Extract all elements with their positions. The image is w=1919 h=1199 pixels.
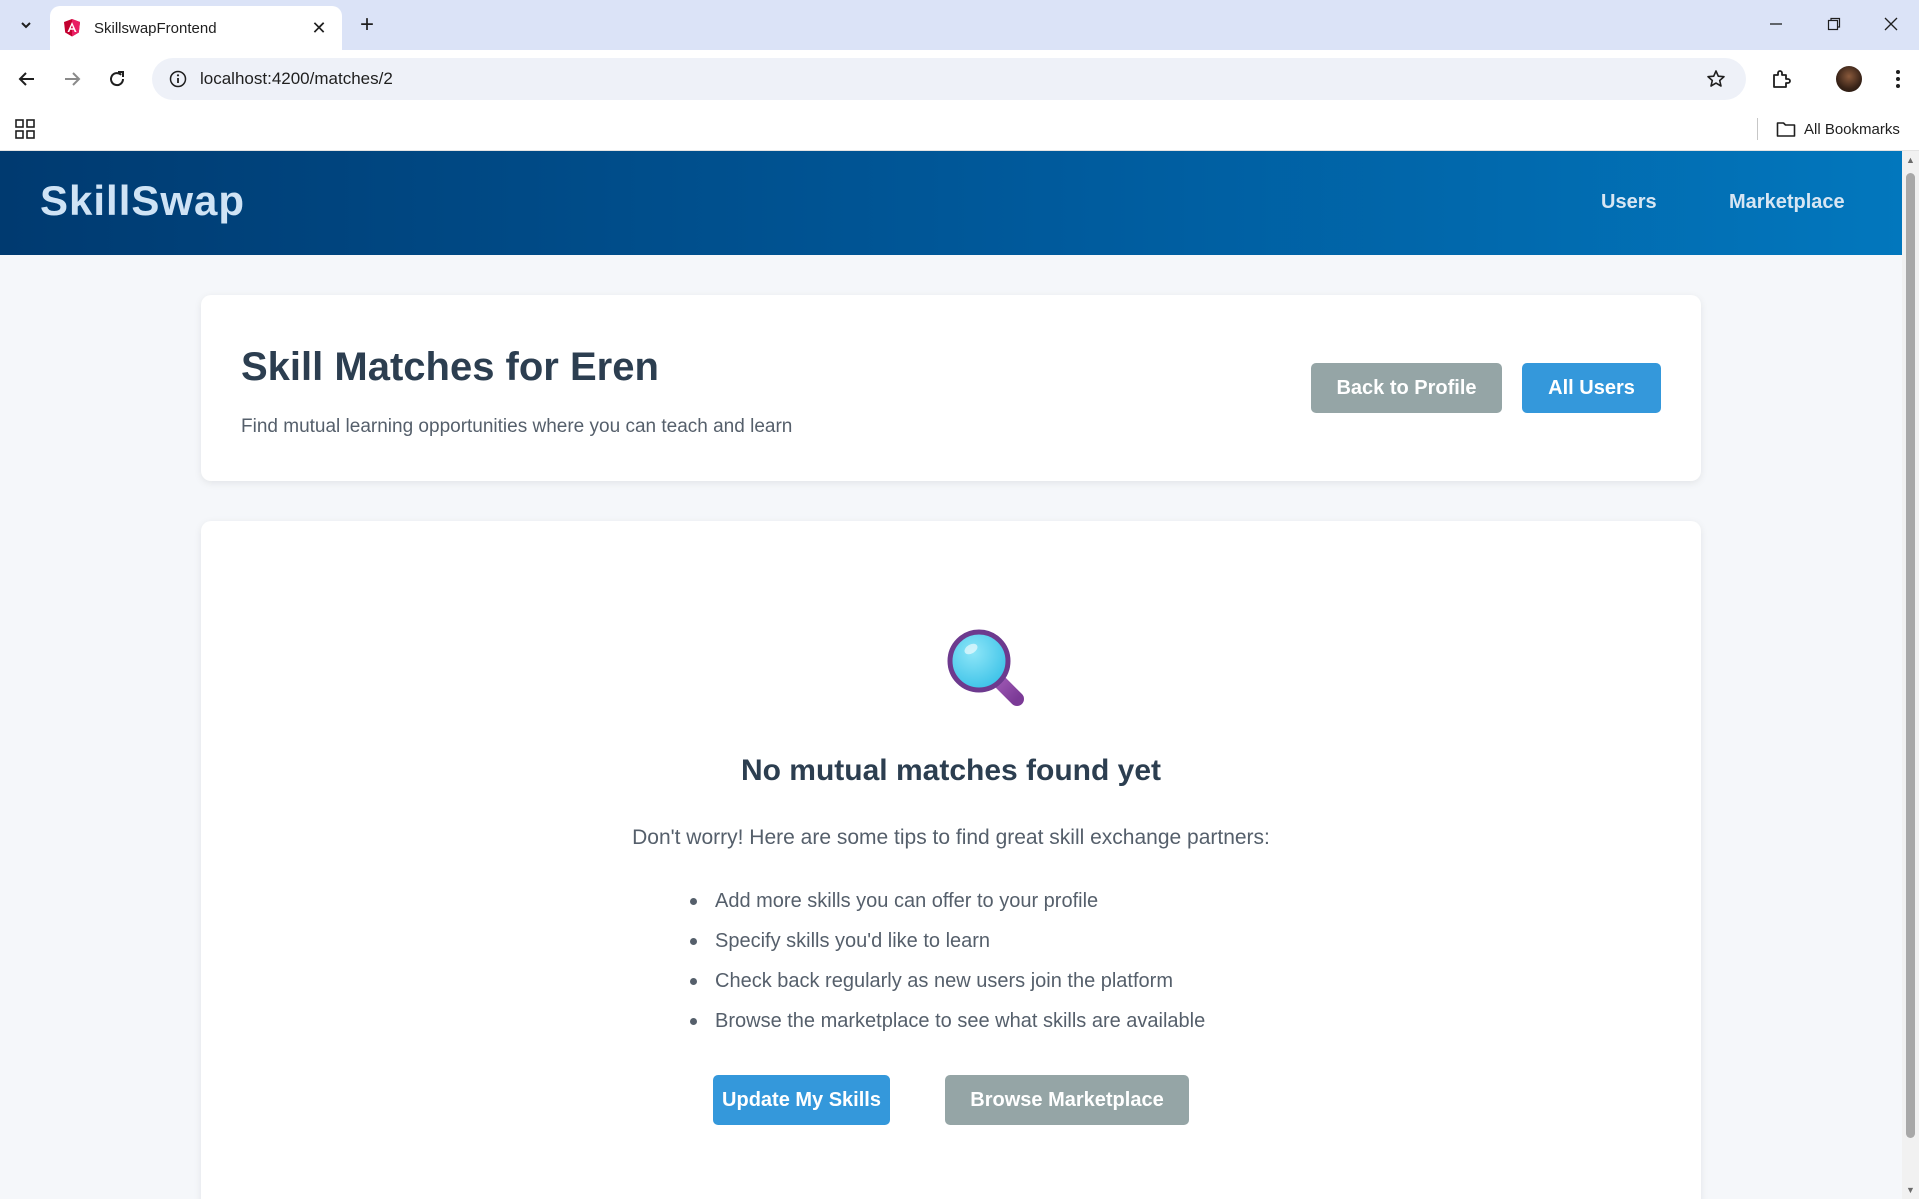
new-tab-button[interactable]: +: [352, 10, 382, 40]
forward-button[interactable]: [54, 61, 90, 97]
empty-state-card: No mutual matches found yet Don't worry!…: [201, 521, 1701, 1199]
back-button[interactable]: [9, 61, 45, 97]
scroll-up-arrow-icon[interactable]: ▲: [1905, 155, 1916, 165]
apps-grid-icon[interactable]: [14, 118, 36, 140]
bookmark-star-icon[interactable]: [1696, 69, 1736, 89]
puzzle-icon: [1773, 70, 1791, 88]
nav-link-marketplace[interactable]: Marketplace: [1729, 191, 1845, 214]
restore-icon: [1827, 17, 1841, 31]
tip-item: Browse the marketplace to see what skill…: [688, 1001, 1248, 1041]
bookmarks-divider: [1757, 118, 1758, 140]
arrow-right-icon: [65, 72, 81, 86]
angular-logo-icon: [64, 19, 80, 37]
tip-item: Check back regularly as new users join t…: [688, 961, 1248, 1001]
browse-marketplace-button[interactable]: Browse Marketplace: [945, 1075, 1189, 1125]
scroll-down-arrow-icon[interactable]: ▼: [1905, 1185, 1916, 1195]
nav-link-users[interactable]: Users: [1601, 191, 1657, 214]
minimize-button[interactable]: [1748, 6, 1804, 42]
more-vert-icon: [1896, 70, 1900, 88]
extensions-button[interactable]: [1763, 61, 1799, 97]
page-header-card: Skill Matches for Eren Find mutual learn…: [201, 295, 1701, 481]
tab-title: SkillswapFrontend: [94, 19, 217, 37]
page-viewport: SkillSwap Users Marketplace Skill Matche…: [0, 151, 1902, 1199]
close-window-button[interactable]: [1863, 6, 1919, 42]
site-info-icon[interactable]: [156, 70, 200, 88]
restore-button[interactable]: [1806, 6, 1862, 42]
address-bar[interactable]: localhost:4200/matches/2: [152, 58, 1746, 100]
browser-tab[interactable]: SkillswapFrontend ✕: [50, 6, 342, 50]
browser-tabstrip: SkillswapFrontend ✕ +: [0, 0, 1919, 50]
bookmarks-bar: All Bookmarks: [0, 108, 1919, 151]
page-subtitle: Find mutual learning opportunities where…: [241, 416, 793, 437]
update-my-skills-button[interactable]: Update My Skills: [713, 1075, 890, 1125]
magnifying-glass-icon: [947, 629, 1024, 706]
folder-icon: [1776, 122, 1796, 137]
reload-button[interactable]: [99, 61, 135, 97]
tab-close-icon[interactable]: ✕: [308, 17, 330, 39]
minimize-icon: [1770, 23, 1782, 25]
all-users-button[interactable]: All Users: [1522, 363, 1661, 413]
app-header: SkillSwap Users Marketplace: [0, 151, 1902, 255]
tab-search-button[interactable]: [10, 10, 42, 40]
brand-logo[interactable]: SkillSwap: [40, 177, 245, 225]
chevron-down-icon: [21, 22, 31, 29]
back-to-profile-button[interactable]: Back to Profile: [1311, 363, 1502, 413]
all-bookmarks-label: All Bookmarks: [1804, 120, 1900, 138]
arrow-left-icon: [18, 72, 34, 86]
reload-icon: [110, 71, 125, 87]
profile-avatar[interactable]: [1836, 66, 1862, 92]
url-text[interactable]: localhost:4200/matches/2: [200, 69, 1696, 89]
scrollbar-thumb[interactable]: [1906, 173, 1915, 1138]
browser-toolbar: localhost:4200/matches/2: [0, 50, 1919, 108]
menu-button[interactable]: [1880, 61, 1916, 97]
page-title: Skill Matches for Eren: [241, 345, 659, 389]
empty-state-message: Don't worry! Here are some tips to find …: [632, 826, 1270, 849]
close-icon: [1884, 17, 1898, 31]
tips-list: Add more skills you can offer to your pr…: [688, 881, 1248, 1041]
tip-item: Specify skills you'd like to learn: [688, 921, 1248, 961]
empty-state-title: No mutual matches found yet: [740, 754, 1162, 787]
tip-item: Add more skills you can offer to your pr…: [688, 881, 1248, 921]
all-bookmarks-button[interactable]: All Bookmarks: [1776, 116, 1900, 142]
page-scrollbar[interactable]: ▲ ▼: [1902, 151, 1919, 1199]
